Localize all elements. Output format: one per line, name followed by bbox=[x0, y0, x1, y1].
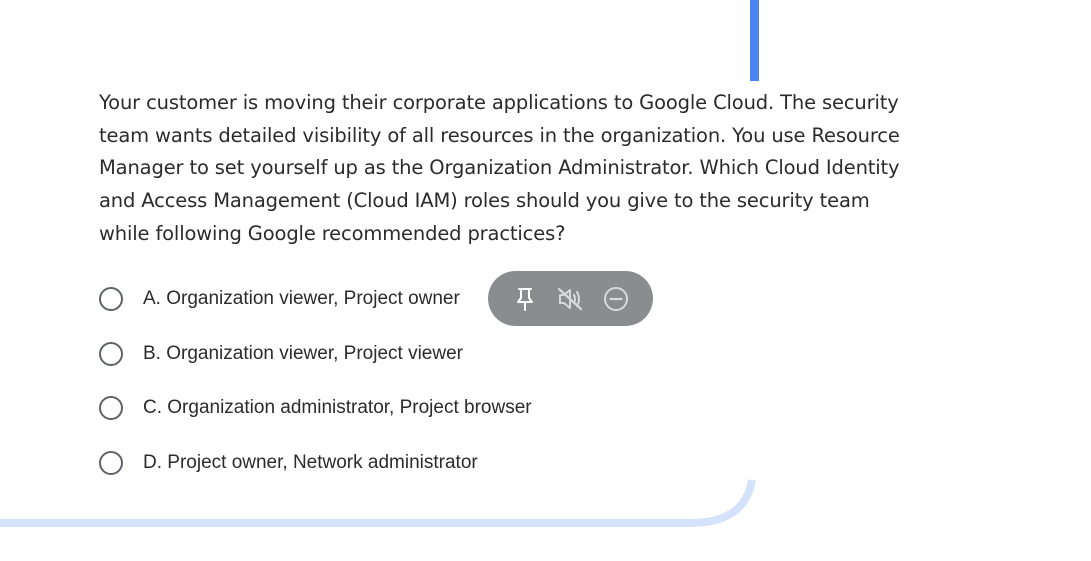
option-d-label: D. Project owner, Network administrator bbox=[143, 451, 478, 473]
quiz-page: Your customer is moving their corporate … bbox=[0, 0, 1091, 561]
question-text: Your customer is moving their corporate … bbox=[99, 91, 900, 245]
pin-button[interactable] bbox=[508, 282, 542, 316]
option-d[interactable]: D. Project owner, Network administrator bbox=[99, 436, 699, 491]
mute-button[interactable] bbox=[553, 282, 587, 316]
radio-button-a[interactable] bbox=[99, 287, 123, 312]
option-b[interactable]: B. Organization viewer, Project viewer bbox=[99, 327, 699, 382]
remove-button[interactable] bbox=[599, 282, 633, 316]
radio-button-d[interactable] bbox=[99, 450, 123, 475]
radio-button-b[interactable] bbox=[99, 341, 123, 366]
mute-icon bbox=[558, 287, 583, 310]
option-c-label: C. Organization administrator, Project b… bbox=[143, 397, 532, 419]
option-a-label: A. Organization viewer, Project owner bbox=[143, 288, 460, 310]
option-c[interactable]: C. Organization administrator, Project b… bbox=[99, 381, 699, 436]
remove-icon bbox=[604, 286, 629, 311]
accent-bar-top bbox=[750, 0, 759, 81]
radio-button-c[interactable] bbox=[99, 396, 123, 421]
pin-icon bbox=[516, 287, 533, 311]
floating-caption-toolbar bbox=[488, 271, 653, 326]
option-b-label: B. Organization viewer, Project viewer bbox=[143, 342, 463, 364]
